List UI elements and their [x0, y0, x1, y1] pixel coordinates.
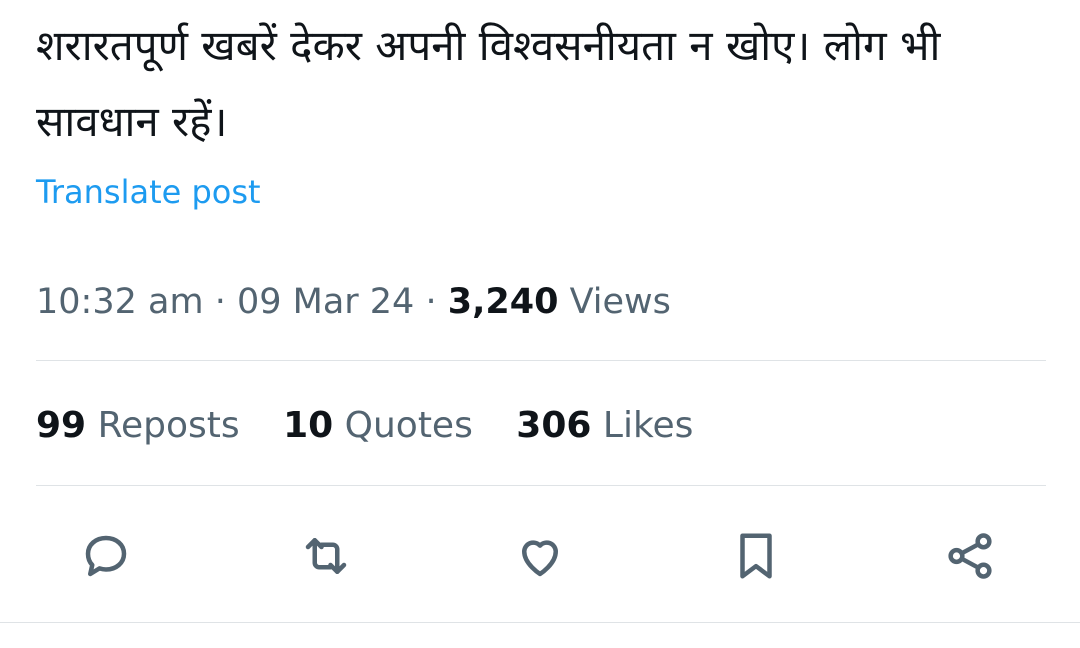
bookmark-button[interactable]: [726, 526, 786, 586]
reposts-label: Reposts: [97, 405, 240, 446]
reply-button[interactable]: [76, 526, 136, 586]
like-button[interactable]: [510, 526, 570, 586]
like-icon: [522, 540, 558, 577]
post-date[interactable]: 09 Mar 24: [237, 282, 414, 322]
repost-button[interactable]: [296, 526, 356, 586]
meta-separator: ·: [214, 282, 226, 322]
translate-post-link[interactable]: Translate post: [36, 170, 261, 214]
likes-count: 306: [516, 405, 592, 446]
likes-label: Likes: [602, 405, 694, 446]
action-bar: [0, 526, 1080, 586]
repost-icon: [305, 538, 347, 574]
reposts-count: 99: [36, 405, 87, 446]
divider: [36, 485, 1046, 486]
post-meta: 10:32 am · 09 Mar 24 · 3,240 Views: [36, 278, 671, 326]
reply-icon: [85, 535, 127, 577]
views-label: Views: [569, 282, 671, 322]
views-count: 3,240: [447, 282, 559, 322]
divider: [36, 360, 1046, 361]
share-button[interactable]: [940, 526, 1000, 586]
share-icon: [948, 533, 992, 579]
quotes-count: 10: [283, 405, 334, 446]
quotes-stat[interactable]: 10 Quotes: [283, 402, 473, 450]
divider: [0, 622, 1080, 623]
likes-stat[interactable]: 306 Likes: [516, 402, 693, 450]
meta-separator: ·: [425, 282, 437, 322]
post-time[interactable]: 10:32 am: [36, 282, 204, 322]
post-text: शरारतपूर्ण खबरें देकर अपनी विश्वसनीयता न…: [36, 21, 941, 146]
quotes-label: Quotes: [344, 405, 473, 446]
bookmark-icon: [740, 533, 772, 579]
reposts-stat[interactable]: 99 Reposts: [36, 402, 240, 450]
engagement-stats: 99 Reposts 10 Quotes 306 Likes: [36, 402, 725, 450]
